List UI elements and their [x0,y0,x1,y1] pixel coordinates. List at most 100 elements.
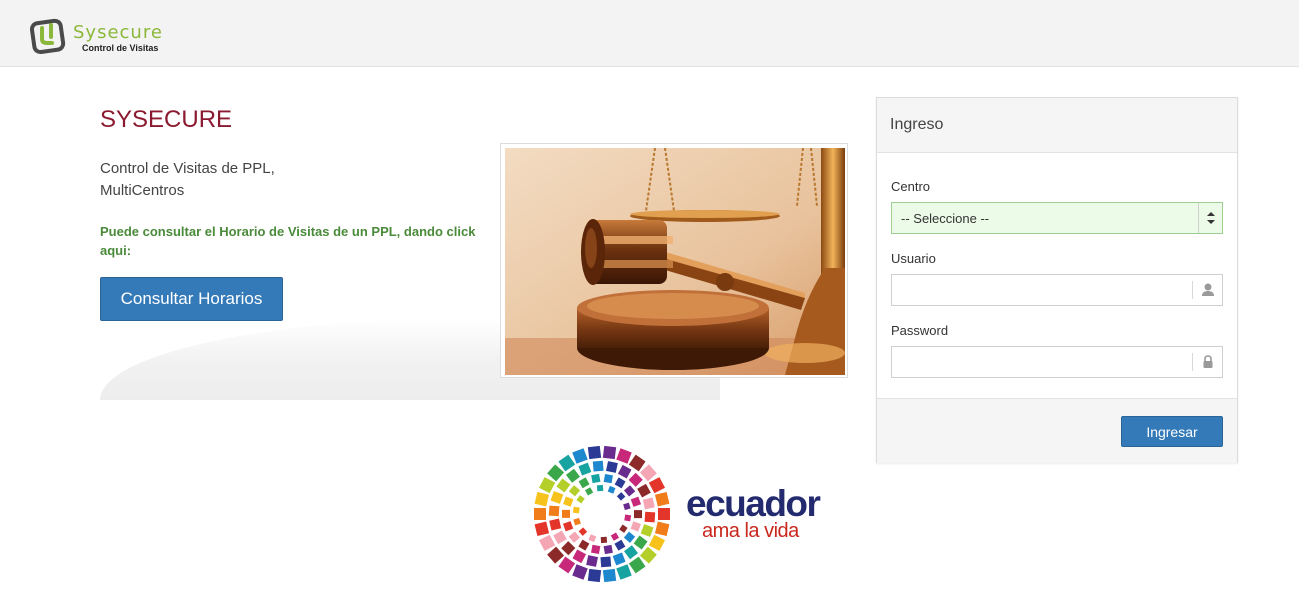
ecuador-ama-la-vida-emblem [534,445,670,583]
emblem-tile [616,564,632,580]
emblem-tile [616,448,632,464]
emblem-tile [558,556,576,574]
top-bar: Sysecure Control de Visitas [0,0,1299,67]
emblem-tile [576,495,585,504]
emblem-tile [565,468,581,483]
emblem-tile [619,524,628,533]
schedule-hint: Puede consultar el Horario de Visitas de… [100,224,476,258]
emblem-tile [572,506,580,514]
emblem-tile [578,462,592,476]
emblem-tile [547,546,565,564]
emblem-tile [603,544,613,555]
emblem-tile [550,491,564,504]
emblem-tile [573,517,581,526]
emblem-tile [610,532,619,541]
app-description: Control de Visitas de PPL, MultiCentros [100,158,340,202]
emblem-tile [548,505,560,517]
select-arrows-icon [1198,203,1222,233]
emblem-tile [603,473,613,484]
emblem-tile [558,454,576,472]
emblem-tile [654,521,670,537]
emblem-tile [591,473,601,484]
emblem-tile [592,460,604,472]
emblem-tile [556,478,571,493]
emblem-tile [534,491,550,507]
emblem-tile [630,496,642,507]
gavel-photo [505,148,845,375]
emblem-tile [623,545,639,560]
emblem-tile [654,491,670,507]
sysecure-logo-icon [30,18,66,55]
emblem-tile [538,477,556,494]
emblem-tile [614,477,626,489]
emblem-tile [561,541,576,556]
password-field[interactable] [891,346,1223,378]
emblem-tile [623,502,631,511]
logo-name: Sysecure [73,22,163,43]
emblem-tile [587,445,602,460]
consultar-horarios-button[interactable]: Consultar Horarios [100,277,283,321]
emblem-tile [562,521,574,532]
emblem-tile [605,461,618,473]
emblem-tile [617,464,632,479]
emblem-tile [648,477,666,494]
centro-select[interactable]: -- Seleccione -- [891,202,1223,234]
usuario-input[interactable] [892,275,1188,305]
login-panel-header: Ingreso [877,98,1237,153]
emblem-tile [587,568,602,583]
emblem-tile [633,535,648,550]
emblem-tile [600,556,612,568]
emblem-tile [568,531,581,543]
emblem-tile [553,530,567,545]
emblem-tile [624,514,632,522]
emblem-tile [572,564,588,580]
emblem-tile [630,521,641,532]
usuario-field[interactable] [891,274,1223,306]
emblem-tile [602,568,617,583]
centro-selected-value: -- Seleccione -- [901,211,990,226]
emblem-tile [648,534,666,551]
emblem-tile [585,487,594,496]
emblem-tile [637,483,651,498]
ecuador-logo-tagline: ama la vida [702,520,799,542]
emblem-tile [568,485,581,497]
logo-subtitle: Control de Visitas [82,43,159,53]
emblem-tile [640,524,654,537]
password-input[interactable] [892,347,1188,377]
page-title: SYSECURE [100,106,233,133]
emblem-tile [534,521,550,537]
description-line-2: MultiCentros [100,182,185,199]
emblem-tile [602,445,617,460]
emblem-tile [591,544,601,555]
user-icon [1192,281,1222,299]
ecuador-logo-word: ecuador [686,483,821,524]
emblem-tile [623,485,636,497]
emblem-tile [596,484,604,492]
login-panel-title: Ingreso [890,116,944,133]
centro-label: Centro [891,179,931,194]
usuario-label: Usuario [891,251,936,266]
emblem-tile [600,536,608,544]
emblem-tile [588,534,597,543]
emblem-tile [628,472,643,487]
emblem-tile [563,496,574,507]
emblem-tile [639,464,657,482]
emblem-tile [534,508,546,520]
emblem-tile [547,464,565,482]
lock-icon [1192,353,1222,371]
emblem-tile [607,485,616,494]
login-panel: Ingreso Centro -- Seleccione -- Usuario … [876,97,1238,463]
emblem-tile [616,492,626,501]
login-panel-footer: Ingresar [877,398,1237,463]
password-label: Password [891,323,949,338]
emblem-tile [614,539,626,551]
emblem-tile [578,539,590,551]
ingresar-button[interactable]: Ingresar [1121,416,1223,447]
sysecure-logo[interactable]: Sysecure Control de Visitas [30,17,180,57]
description-line-1: Control de Visitas de PPL, [100,160,275,177]
gavel-photo-frame [500,143,848,378]
emblem-tile [642,497,655,510]
emblem-tile [538,534,556,551]
emblem-tile [628,556,646,574]
emblem-tile [644,511,656,523]
